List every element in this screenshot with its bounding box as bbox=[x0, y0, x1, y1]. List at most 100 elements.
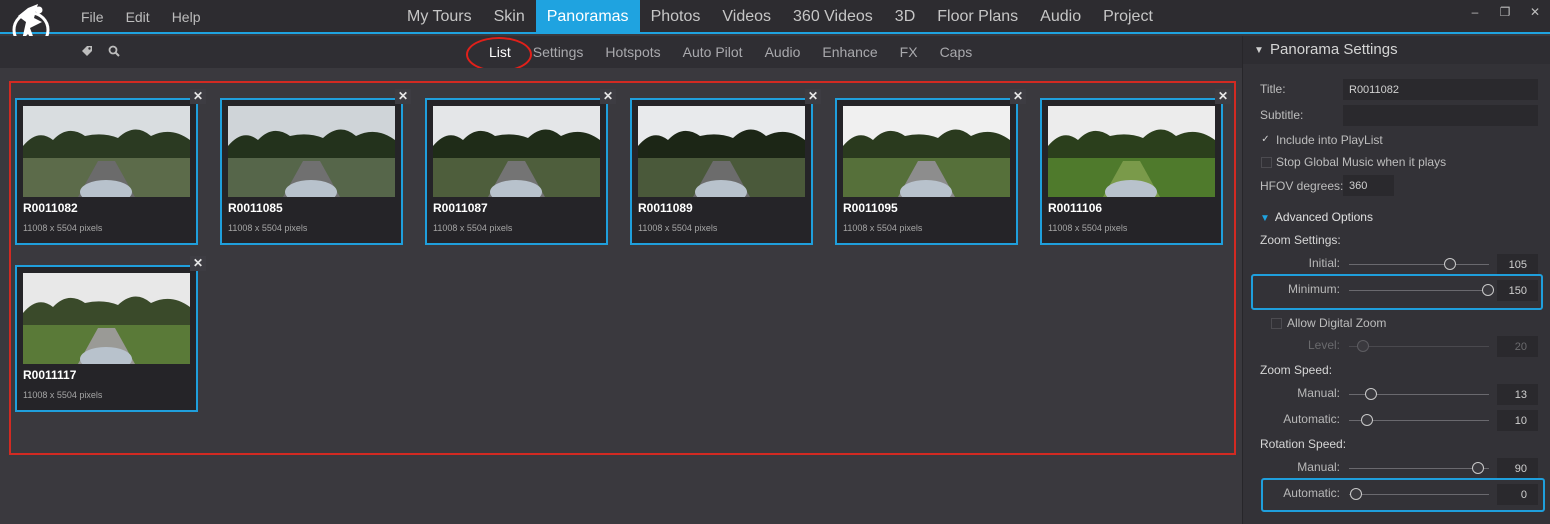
slider-track-rs-manual[interactable] bbox=[1349, 468, 1489, 469]
menu-bar: File Edit Help bbox=[70, 0, 211, 34]
chevron-down-icon: ▼ bbox=[1260, 213, 1270, 224]
subtab-caps[interactable]: Caps bbox=[929, 36, 984, 68]
tab-photos[interactable]: Photos bbox=[640, 0, 712, 34]
minimize-icon[interactable]: – bbox=[1460, 0, 1490, 24]
subtitle-input[interactable] bbox=[1343, 105, 1538, 126]
slider-knob-rs-auto[interactable] bbox=[1350, 488, 1362, 500]
subtab-settings[interactable]: Settings bbox=[522, 36, 595, 68]
zoom-speed-heading: Zoom Speed: bbox=[1260, 363, 1333, 377]
slider-value-initial[interactable] bbox=[1497, 254, 1538, 275]
panorama-size: 11008 x 5504 pixels bbox=[843, 223, 923, 233]
subtab-enhance[interactable]: Enhance bbox=[811, 36, 888, 68]
panorama-list: R0011082 11008 x 5504 pixels ✕ R0011085 1100… bbox=[0, 68, 1242, 524]
panorama-thumbnail bbox=[843, 106, 1010, 197]
slider-value-zs-manual[interactable] bbox=[1497, 384, 1538, 405]
hfov-input[interactable] bbox=[1343, 175, 1394, 196]
panorama-size: 11008 x 5504 pixels bbox=[1048, 223, 1128, 233]
slider-label-level: Level: bbox=[1307, 338, 1340, 352]
slider-label-rs-auto: Automatic: bbox=[1283, 486, 1340, 500]
menu-file[interactable]: File bbox=[70, 0, 115, 34]
panorama-thumbnail bbox=[23, 273, 190, 364]
panorama-size: 11008 x 5504 pixels bbox=[433, 223, 513, 233]
advanced-options-toggle[interactable]: ▼ Advanced Options bbox=[1260, 210, 1373, 224]
tab-my-tours[interactable]: My Tours bbox=[396, 0, 483, 34]
hfov-label: HFOV degrees: bbox=[1260, 179, 1344, 193]
panorama-size: 11008 x 5504 pixels bbox=[638, 223, 718, 233]
slider-track-level[interactable] bbox=[1349, 346, 1489, 347]
subtab-audio[interactable]: Audio bbox=[754, 36, 812, 68]
tab-360-videos[interactable]: 360 Videos bbox=[782, 0, 884, 34]
panorama-card[interactable]: R0011106 11008 x 5504 pixels bbox=[1040, 98, 1223, 245]
collapse-triangle-icon[interactable]: ▼ bbox=[1254, 45, 1264, 56]
panorama-thumbnail bbox=[433, 106, 600, 197]
menu-edit[interactable]: Edit bbox=[115, 0, 161, 34]
panorama-card[interactable]: R0011089 11008 x 5504 pixels bbox=[630, 98, 813, 245]
allow-digital-zoom-checkbox[interactable] bbox=[1271, 318, 1282, 329]
search-icon[interactable] bbox=[107, 44, 123, 60]
panorama-title: R0011117 bbox=[23, 368, 77, 382]
panel-title: Panorama Settings bbox=[1270, 41, 1398, 58]
slider-value-rs-manual[interactable] bbox=[1497, 458, 1538, 479]
slider-knob-minimum[interactable] bbox=[1481, 284, 1494, 296]
panorama-thumbnail bbox=[23, 106, 190, 197]
slider-knob-zs-auto[interactable] bbox=[1361, 414, 1374, 426]
panorama-title: R0011082 bbox=[23, 201, 78, 215]
panorama-card[interactable]: R0011082 11008 x 5504 pixels bbox=[15, 98, 198, 245]
tab-project[interactable]: Project bbox=[1092, 0, 1164, 34]
subtab-auto-pilot[interactable]: Auto Pilot bbox=[672, 36, 754, 68]
slider-value-zs-auto[interactable] bbox=[1497, 410, 1538, 431]
sub-toolbar: List Settings Hotspots Auto Pilot Audio Enhan… bbox=[0, 36, 1242, 68]
tab-3d[interactable]: 3D bbox=[884, 0, 926, 34]
panorama-card[interactable]: R0011087 11008 x 5504 pixels bbox=[425, 98, 608, 245]
panorama-card[interactable]: R0011095 11008 x 5504 pixels bbox=[835, 98, 1018, 245]
panorama-card[interactable]: R0011117 11008 x 5504 pixels bbox=[15, 265, 198, 412]
tab-skin[interactable]: Skin bbox=[483, 0, 536, 34]
subtab-list[interactable]: List bbox=[478, 36, 522, 68]
slider-label-rs-manual: Manual: bbox=[1297, 460, 1340, 474]
panorama-card[interactable]: R0011085 11008 x 5504 pixels bbox=[220, 98, 403, 245]
slider-knob-level[interactable] bbox=[1357, 340, 1369, 352]
subtitle-label: Subtitle: bbox=[1260, 108, 1304, 122]
remove-panorama-icon[interactable]: ✕ bbox=[395, 89, 411, 104]
slider-value-level bbox=[1497, 336, 1538, 357]
restore-icon[interactable]: ❐ bbox=[1490, 0, 1520, 24]
slider-label-zs-auto: Automatic: bbox=[1283, 412, 1340, 426]
panorama-thumbnail bbox=[1048, 106, 1215, 197]
panorama-title: R0011085 bbox=[228, 201, 283, 215]
slider-value-minimum[interactable] bbox=[1497, 280, 1538, 301]
tag-icon[interactable] bbox=[80, 44, 96, 60]
top-bar: File Edit Help My Tours Skin Panoramas Photos… bbox=[0, 0, 1550, 50]
slider-knob-initial[interactable] bbox=[1443, 258, 1456, 270]
remove-panorama-icon[interactable]: ✕ bbox=[1215, 89, 1231, 104]
stop-music-checkbox[interactable] bbox=[1261, 157, 1272, 168]
remove-panorama-icon[interactable]: ✕ bbox=[1010, 89, 1026, 104]
tab-videos[interactable]: Videos bbox=[711, 0, 782, 34]
tab-floor-plans[interactable]: Floor Plans bbox=[926, 0, 1029, 34]
title-input[interactable] bbox=[1343, 79, 1538, 100]
remove-panorama-icon[interactable]: ✕ bbox=[805, 89, 821, 104]
slider-value-rs-auto[interactable] bbox=[1497, 484, 1538, 505]
panorama-title: R0011095 bbox=[843, 201, 898, 215]
tab-panoramas[interactable]: Panoramas bbox=[535, 0, 640, 34]
slider-knob-zs-manual[interactable] bbox=[1365, 388, 1378, 400]
remove-panorama-icon[interactable]: ✕ bbox=[190, 256, 206, 271]
panorama-size: 11008 x 5504 pixels bbox=[228, 223, 308, 233]
sub-tabs: List Settings Hotspots Auto Pilot Audio Enhan… bbox=[478, 36, 983, 68]
subtab-hotspots[interactable]: Hotspots bbox=[594, 36, 671, 68]
slider-label-minimum: Minimum: bbox=[1287, 282, 1340, 296]
remove-panorama-icon[interactable]: ✕ bbox=[190, 89, 206, 104]
slider-label-initial: Initial: bbox=[1308, 256, 1340, 270]
menu-help[interactable]: Help bbox=[161, 0, 212, 34]
remove-panorama-icon[interactable]: ✕ bbox=[600, 89, 616, 104]
tab-audio[interactable]: Audio bbox=[1029, 0, 1092, 34]
slider-knob-rs-manual[interactable] bbox=[1471, 462, 1484, 474]
slider-track-rs-auto[interactable] bbox=[1349, 494, 1489, 495]
include-playlist-checkbox[interactable]: ✓ bbox=[1260, 134, 1271, 145]
allow-digital-zoom-label: Allow Digital Zoom bbox=[1287, 316, 1387, 330]
slider-label-zs-manual: Manual: bbox=[1297, 386, 1340, 400]
slider-track-minimum[interactable] bbox=[1349, 290, 1489, 291]
subtab-fx[interactable]: FX bbox=[889, 36, 929, 68]
close-icon[interactable]: ✕ bbox=[1520, 0, 1550, 24]
slider-track-initial[interactable] bbox=[1349, 264, 1489, 265]
panel-header[interactable]: ▼ Panorama Settings bbox=[1243, 36, 1550, 64]
